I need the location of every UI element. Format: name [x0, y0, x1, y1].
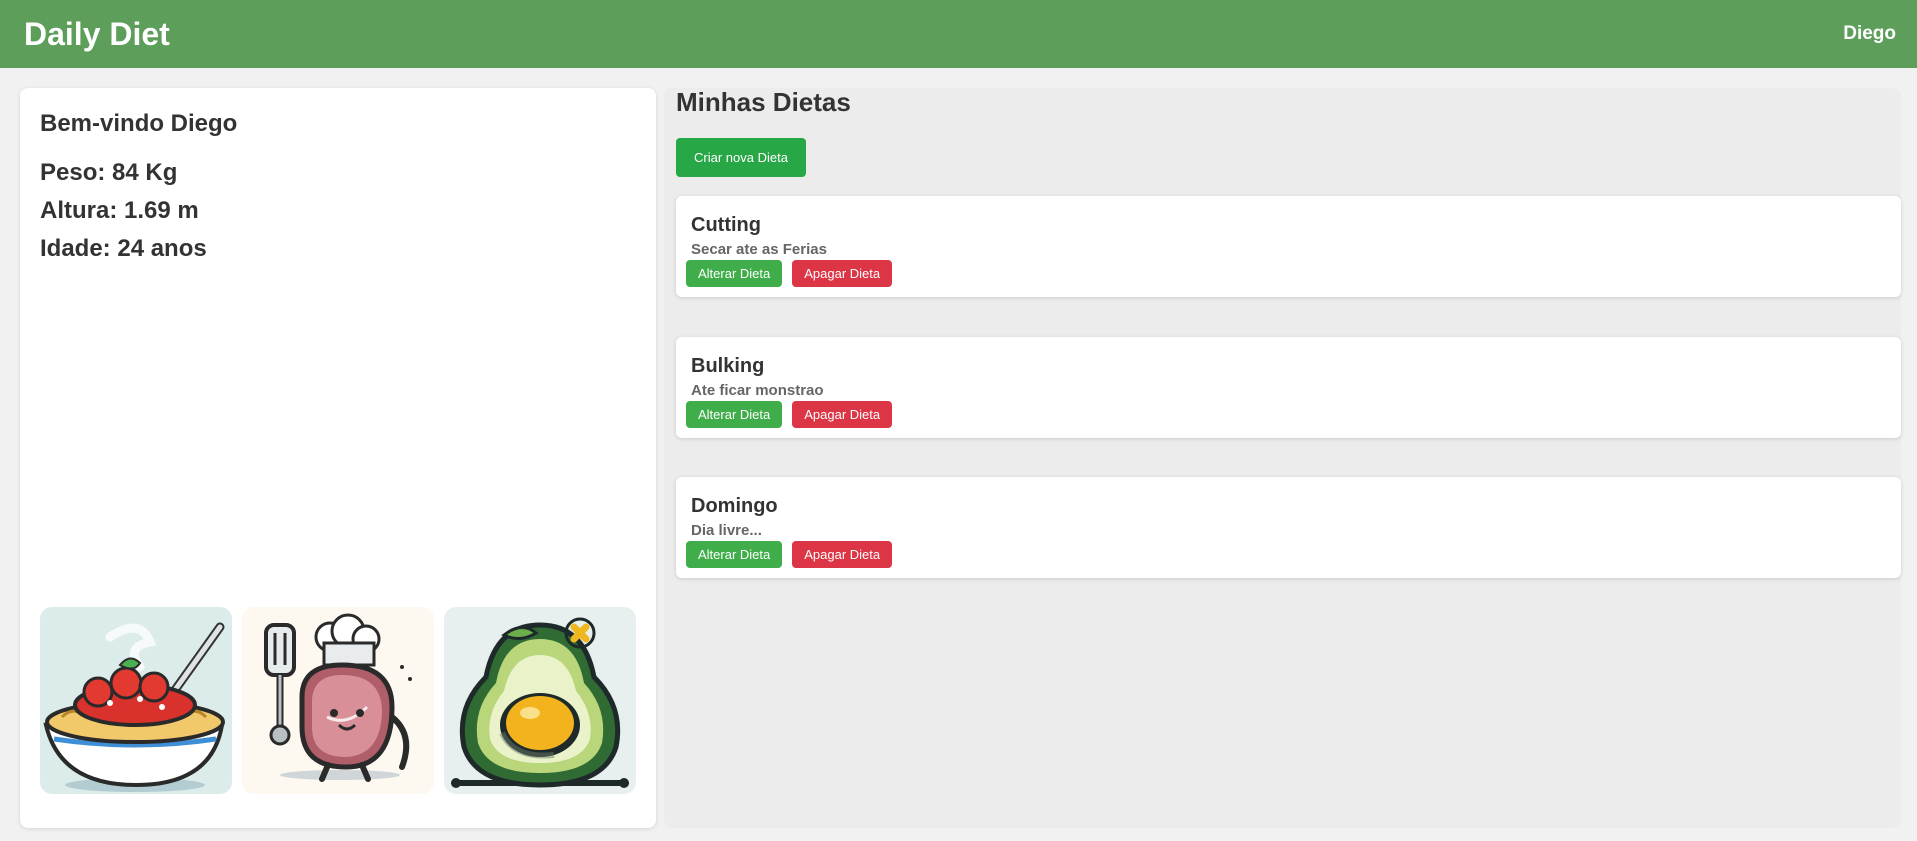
diet-card: Domingo Dia livre... Alterar Dieta Apaga… [676, 477, 1901, 578]
profile-card: Bem-vindo Diego Peso: 84 Kg Altura: 1.69… [20, 88, 656, 828]
diet-name: Domingo [691, 495, 778, 517]
user-menu[interactable]: Diego [1843, 23, 1896, 45]
diet-description: Secar ate as Ferias [691, 241, 827, 258]
diets-heading: Minhas Dietas [676, 87, 851, 117]
age-stat: Idade: 24 anos [40, 235, 207, 262]
edit-diet-button[interactable]: Alterar Dieta [686, 260, 783, 287]
diet-actions: Alterar Dieta Apagar Dieta [686, 541, 893, 568]
diet-actions: Alterar Dieta Apagar Dieta [686, 260, 893, 287]
diets-panel: Minhas Dietas Criar nova Dieta Cutting S… [664, 88, 1901, 828]
welcome-heading: Bem-vindo Diego [40, 110, 238, 137]
diet-description: Dia livre... [691, 522, 762, 539]
food-images [40, 607, 636, 794]
spaghetti-bowl-image [40, 607, 232, 794]
diet-card: Cutting Secar ate as Ferias Alterar Diet… [676, 196, 1901, 297]
diet-description: Ate ficar monstrao [691, 382, 824, 399]
create-diet-button[interactable]: Criar nova Dieta [676, 138, 806, 177]
height-stat: Altura: 1.69 m [40, 197, 199, 224]
edit-diet-button[interactable]: Alterar Dieta [686, 401, 783, 428]
steak-chef-image [242, 607, 434, 794]
diet-name: Bulking [691, 355, 765, 377]
top-navbar: Daily Diet Diego [0, 0, 1917, 68]
diet-card: Bulking Ate ficar monstrao Alterar Dieta… [676, 337, 1901, 438]
avocado-egg-image [444, 607, 636, 794]
delete-diet-button[interactable]: Apagar Dieta [792, 541, 893, 568]
edit-diet-button[interactable]: Alterar Dieta [686, 541, 783, 568]
delete-diet-button[interactable]: Apagar Dieta [792, 401, 893, 428]
weight-stat: Peso: 84 Kg [40, 159, 178, 186]
diet-actions: Alterar Dieta Apagar Dieta [686, 401, 893, 428]
app-brand[interactable]: Daily Diet [24, 16, 170, 53]
diet-name: Cutting [691, 214, 761, 236]
delete-diet-button[interactable]: Apagar Dieta [792, 260, 893, 287]
